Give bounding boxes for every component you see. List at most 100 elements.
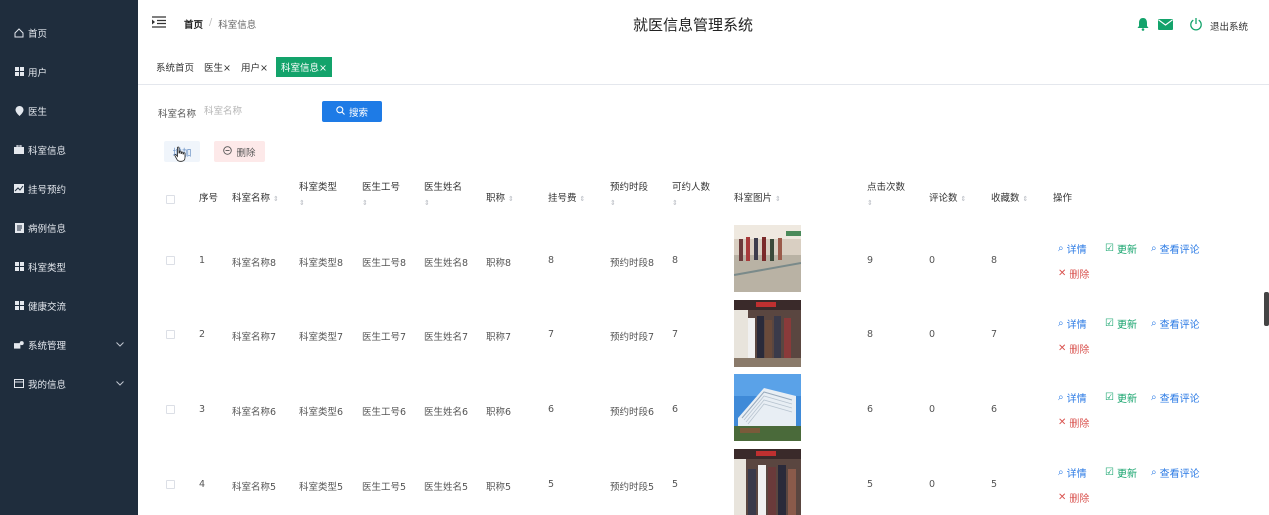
edit-icon: ☑ [1105,467,1114,478]
column-header-sortable[interactable]: 科室类型 ⇕ [299,180,337,210]
sort-icon: ⇕ [299,199,305,208]
column-header-sortable[interactable]: 科室名称 ⇕ [232,191,279,206]
sort-icon: ⇕ [362,199,368,208]
sidebar-item-doctors[interactable]: 医生 [0,91,138,130]
sort-icon: ⇕ [424,199,430,208]
view-comments-link[interactable]: ⌕ 查看评论 [1151,241,1200,256]
cell-name: 科室名称8 [232,258,277,269]
cell-type: 科室类型6 [299,407,344,418]
row-checkbox[interactable] [166,256,175,265]
sort-icon: ⇕ [610,199,616,208]
power-icon[interactable] [1189,17,1203,31]
department-image [734,300,801,367]
column-header-sortable[interactable]: 预约时段 ⇕ [610,180,648,210]
sort-icon: ⇕ [960,195,967,203]
search-button[interactable]: 搜索 [322,101,382,122]
sidebar-item-label: 挂号预约 [28,184,67,196]
sidebar-item-appointments[interactable]: 挂号预约 [0,169,138,208]
sidebar-item-home[interactable]: 首页 [0,13,138,52]
hand-cursor-icon [174,146,186,162]
view-comments-link[interactable]: ⌕ 查看评论 [1151,465,1200,480]
cell-comments: 0 [929,479,936,490]
column-header-sortable[interactable]: 收藏数 ⇕ [991,191,1028,206]
cell-no: 1 [199,255,206,266]
sidebar-item-label: 科室信息 [28,145,67,157]
department-image [734,449,801,515]
tab-users[interactable]: 用户× [239,57,270,77]
detail-link[interactable]: ⌕ 详情 [1058,241,1087,256]
tab-system-home[interactable]: 系统首页 [154,57,196,77]
row-delete-link[interactable]: ✕ 删除 [1058,266,1089,281]
sidebar-item-users[interactable]: 用户 [0,52,138,91]
cell-doctor-id: 医生工号8 [362,258,407,269]
sort-icon: ⇕ [508,195,514,203]
cell-clicks: 6 [867,404,874,415]
update-link[interactable]: ☑ 更新 [1105,316,1137,331]
column-header-sortable[interactable]: 职称 ⇕ [486,191,514,206]
row-delete-link[interactable]: ✕ 删除 [1058,341,1089,356]
cell-comments: 0 [929,404,936,415]
sidebar-item-health-exchange[interactable]: 健康交流 [0,286,138,325]
column-header-sortable[interactable]: 科室图片 ⇕ [734,191,781,206]
column-header-sortable[interactable]: 挂号费 ⇕ [548,191,585,206]
cell-title: 职称6 [486,407,512,418]
cell-capacity: 8 [672,255,679,266]
cell-name: 科室名称7 [232,332,277,343]
search-icon: ⌕ [1058,467,1064,478]
sidebar-item-cases[interactable]: 病例信息 [0,208,138,247]
close-icon[interactable]: × [260,63,268,74]
column-header-sortable[interactable]: 评论数 ⇕ [929,191,966,206]
delete-button-label: 删除 [236,147,256,159]
cell-slot: 预约时段8 [610,258,655,269]
bell-icon[interactable] [1136,17,1150,31]
sort-icon: ⇕ [579,195,586,203]
sidebar-item-my-info[interactable]: 我的信息 [0,364,138,403]
update-link[interactable]: ☑ 更新 [1105,465,1137,480]
mail-icon[interactable] [1158,19,1173,30]
cell-doctor-id: 医生工号7 [362,332,407,343]
row-checkbox[interactable] [166,405,175,414]
update-link[interactable]: ☑ 更新 [1105,241,1137,256]
scrollbar[interactable] [1264,292,1269,326]
column-header-sortable[interactable]: 医生工号 ⇕ [362,180,400,210]
search-input[interactable] [204,101,316,121]
row-delete-link[interactable]: ✕ 删除 [1058,490,1089,505]
sidebar-item-label: 医生 [28,106,48,118]
grid-icon [14,262,24,272]
chart-icon [14,184,24,194]
cell-doctor-name: 医生姓名8 [424,258,469,269]
sidebar-item-department-types[interactable]: 科室类型 [0,247,138,286]
row-checkbox[interactable] [166,330,175,339]
tab-departments[interactable]: 科室信息× [275,57,332,77]
logout-button[interactable]: 退出系统 [1210,19,1248,33]
column-header-sortable[interactable]: 点击次数 ⇕ [867,180,905,210]
column-header-sortable[interactable]: 可约人数 ⇕ [672,180,710,210]
detail-link[interactable]: ⌕ 详情 [1058,465,1087,480]
close-icon[interactable]: × [223,63,231,74]
cell-no: 3 [199,404,206,415]
search-icon: ⌕ [1058,243,1064,254]
view-comments-link[interactable]: ⌕ 查看评论 [1151,316,1200,331]
delete-button[interactable]: 删除 [214,141,265,162]
detail-link[interactable]: ⌕ 详情 [1058,316,1087,331]
tab-doctors[interactable]: 医生× [202,57,233,77]
sidebar-item-departments[interactable]: 科室信息 [0,130,138,169]
select-all-checkbox[interactable] [166,195,175,204]
cell-fee: 8 [548,255,555,266]
sidebar: 首页 用户 医生 科室信息 挂号预约 病例信息 科室类型 健康交流 系统管理 我… [0,0,138,515]
cell-title: 职称5 [486,482,512,493]
detail-link[interactable]: ⌕ 详情 [1058,390,1087,405]
close-icon[interactable]: × [319,63,327,74]
tags-view: 系统首页 医生× 用户× 科室信息× [154,57,332,77]
view-comments-link[interactable]: ⌕ 查看评论 [1151,390,1200,405]
row-checkbox[interactable] [166,480,175,489]
update-link[interactable]: ☑ 更新 [1105,390,1137,405]
sort-icon: ⇕ [672,199,678,208]
search-icon [336,105,345,118]
row-delete-link[interactable]: ✕ 删除 [1058,415,1089,430]
cell-doctor-name: 医生姓名5 [424,482,469,493]
column-header-sortable[interactable]: 医生姓名 ⇕ [424,180,462,210]
cell-favorites: 8 [991,255,998,266]
cell-comments: 0 [929,329,936,340]
sidebar-item-system-admin[interactable]: 系统管理 [0,325,138,364]
